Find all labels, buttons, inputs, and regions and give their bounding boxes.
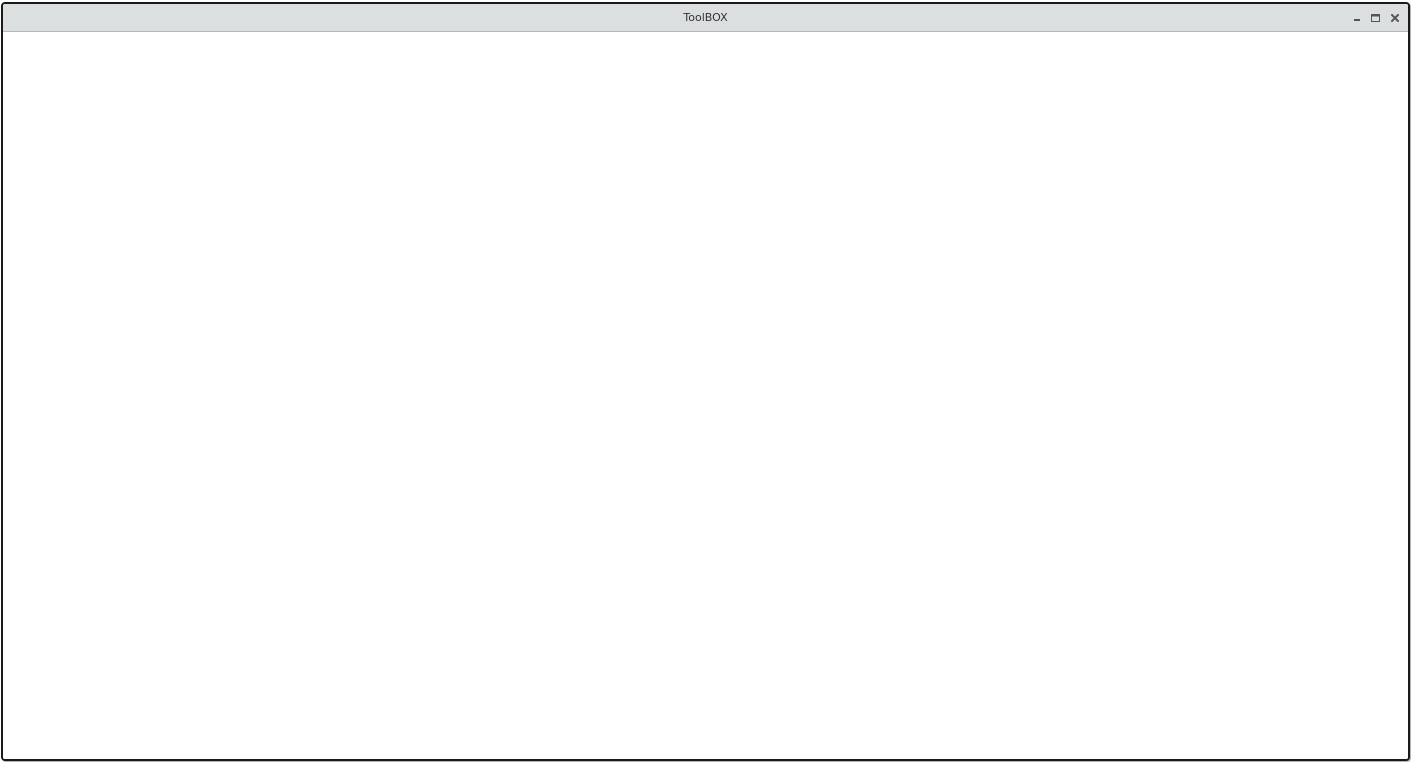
- close-icon: [1390, 13, 1399, 22]
- title-bar[interactable]: ToolBOX: [3, 4, 1408, 32]
- app-window: ToolBOX: [1, 2, 1410, 761]
- minimize-button[interactable]: [1347, 8, 1366, 28]
- close-button[interactable]: [1385, 8, 1404, 28]
- maximize-button[interactable]: [1366, 8, 1385, 28]
- window-controls: [1347, 4, 1404, 31]
- window-title: ToolBOX: [683, 11, 728, 24]
- window-content-area: [3, 32, 1408, 759]
- minimize-icon: [1353, 14, 1361, 22]
- maximize-icon: [1371, 13, 1380, 22]
